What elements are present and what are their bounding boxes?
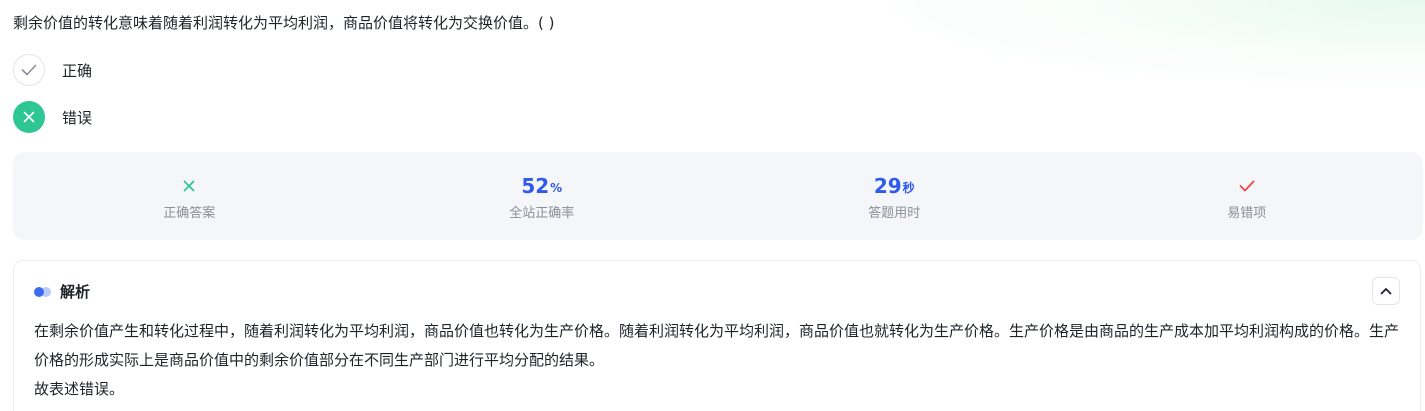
stat-error-prone: 易错项 (1071, 152, 1424, 240)
close-icon (13, 101, 45, 133)
stat-answer-time: 29 秒 答题用时 (718, 152, 1071, 240)
analysis-dots-icon (34, 286, 52, 297)
answer-stats-panel: 正确答案 52 % 全站正确率 29 秒 答题用时 易错项 (13, 152, 1423, 240)
close-icon (183, 174, 195, 198)
site-accuracy-value: 52 (521, 173, 550, 198)
stat-correct-answer: 正确答案 (13, 152, 366, 240)
analysis-header: 解析 (34, 281, 90, 302)
stat-error-prone-label: 易错项 (1227, 205, 1267, 221)
chevron-up-icon (1380, 287, 1392, 295)
site-accuracy-unit: % (550, 180, 563, 195)
option-wrong[interactable]: 错误 (13, 101, 92, 133)
question-page: 剩余价值的转化意味着随着利润转化为平均利润，商品价值将转化为交换价值。( ) 正… (0, 0, 1425, 411)
header-gradient (865, 0, 1425, 90)
check-icon (13, 54, 45, 86)
analysis-title: 解析 (60, 283, 91, 301)
option-wrong-label: 错误 (62, 108, 93, 127)
analysis-content: 在剩余价值产生和转化过程中，随着利润转化为平均利润，商品价值也转化为生产价格。随… (34, 317, 1404, 404)
check-icon (1239, 174, 1255, 198)
collapse-analysis-button[interactable] (1372, 277, 1400, 305)
question-text: 剩余价值的转化意味着随着利润转化为平均利润，商品价值将转化为交换价值。( ) (13, 14, 555, 32)
stat-answer-time-label: 答题用时 (868, 205, 921, 221)
option-correct[interactable]: 正确 (13, 54, 92, 86)
analysis-panel: 解析 在剩余价值产生和转化过程中，随着利润转化为平均利润，商品价值也转化为生产价… (13, 260, 1421, 411)
answer-time-unit: 秒 (902, 180, 915, 195)
analysis-conclusion: 故表述错误。 (34, 380, 125, 398)
stat-correct-answer-label: 正确答案 (163, 205, 216, 221)
answer-time-value: 29 (873, 173, 902, 198)
stat-site-accuracy-label: 全站正确率 (509, 205, 575, 221)
analysis-paragraph: 在剩余价值产生和转化过程中，随着利润转化为平均利润，商品价值也转化为生产价格。随… (34, 322, 1400, 369)
option-correct-label: 正确 (62, 61, 93, 80)
stat-site-accuracy: 52 % 全站正确率 (366, 152, 719, 240)
